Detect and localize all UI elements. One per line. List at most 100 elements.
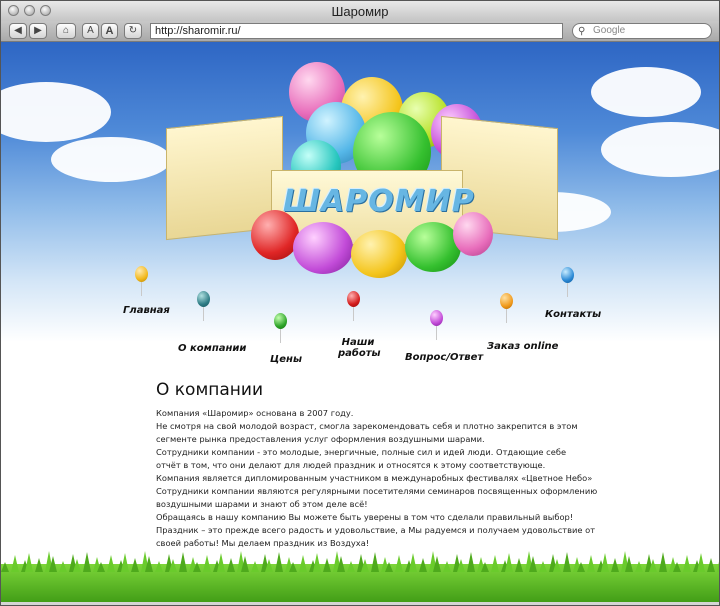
site-logo[interactable]: ШАРОМИР (283, 184, 475, 219)
text-line: Сотрудники компании - это молодые, энерг… (156, 447, 567, 457)
page-heading: О компании (156, 380, 264, 400)
balloon-string (567, 283, 568, 297)
forward-button[interactable]: ▶ (29, 23, 47, 39)
grass-blade-decoration (611, 558, 619, 572)
cloud-decoration (601, 122, 719, 177)
grass-blade-decoration (275, 552, 283, 572)
grass-blade-decoration (395, 555, 403, 572)
about-text: Компания «Шаромир» основана в 2007 году.… (156, 407, 597, 550)
grass-blade-decoration (203, 555, 211, 572)
nav-link-home[interactable]: Главная (123, 305, 170, 316)
home-icon: ⌂ (62, 25, 70, 36)
text-line: своей работы! Мы делаем праздник из Возд… (156, 538, 370, 548)
window-bottom-bar (1, 602, 719, 605)
reload-icon: ↻ (128, 25, 138, 36)
balloon-string (280, 329, 281, 343)
grass-blade-decoration (265, 559, 273, 572)
balloon-string (141, 282, 142, 296)
browser-window: Шаромир ◀ ▶ ⌂ A A ↻ http://sharomir.ru/ … (0, 0, 720, 606)
grass-blade-decoration (649, 559, 657, 572)
grass-blade-decoration (707, 558, 715, 572)
reload-button[interactable]: ↻ (124, 23, 142, 39)
balloon-decoration (351, 230, 407, 278)
nav-balloon-icon (135, 266, 148, 282)
grass-blade-decoration (539, 561, 547, 572)
nav-link-works[interactable]: Наши работы (338, 337, 381, 359)
search-placeholder: Google (593, 25, 626, 36)
grass-blade-decoration (179, 552, 187, 572)
nav-balloon-icon (561, 267, 574, 283)
text-line: отчёт в том, что они делают для людей пр… (156, 460, 546, 470)
nav-link-prices[interactable]: Цены (270, 354, 302, 365)
grass-blade-decoration (515, 558, 523, 572)
grass-blade-decoration (635, 561, 643, 572)
grass-blade-decoration (251, 561, 259, 572)
balloon-string (436, 326, 437, 340)
grass-blade-decoration (587, 555, 595, 572)
back-arrow-icon: ◀ (14, 25, 22, 36)
grass-blade-decoration (659, 552, 667, 572)
text-line: воздушными шарами и знают об этом деле в… (156, 499, 368, 509)
grass-blade-decoration (155, 561, 163, 572)
grass-blade-decoration (169, 559, 177, 572)
grass-blade-decoration (347, 561, 355, 572)
grass-blade-decoration (107, 555, 115, 572)
grass-blade-decoration (121, 553, 129, 572)
grass-blade-decoration (385, 562, 393, 572)
grass-blade-decoration (505, 553, 513, 572)
nav-balloon-icon (500, 293, 513, 309)
balloon-string (353, 307, 354, 321)
balloon-string (203, 307, 204, 321)
grass-blade-decoration (35, 558, 43, 572)
title-bar: Шаромир (1, 1, 719, 22)
nav-balloon-icon (197, 291, 210, 307)
home-button[interactable]: ⌂ (56, 23, 76, 39)
nav-link-order[interactable]: Заказ online (487, 341, 558, 352)
grass-blade-decoration (227, 558, 235, 572)
cloud-decoration (1, 82, 111, 142)
text-line: Компания «Шаромир» основана в 2007 году. (156, 408, 354, 418)
grass-blade-decoration (83, 552, 91, 572)
grass-blade-decoration (625, 556, 633, 572)
text-bigger-button[interactable]: A (101, 23, 118, 39)
cloud-decoration (51, 137, 171, 182)
nav-balloon-icon (430, 310, 443, 326)
nav-link-about[interactable]: О компании (178, 343, 246, 354)
window-title: Шаромир (331, 4, 389, 19)
grass-blade-decoration (313, 553, 321, 572)
nav-link-faq[interactable]: Вопрос/Ответ (405, 352, 483, 363)
grass-blade-decoration (481, 562, 489, 572)
page-content: ШАРОМИР Главная О компании Цены Наши раб… (1, 42, 719, 602)
forward-arrow-icon: ▶ (34, 25, 42, 36)
text-line: Праздник – это прежде всего радость и уд… (156, 525, 596, 535)
search-icon: ⚲ (578, 26, 586, 37)
grass-blade-decoration (299, 555, 307, 572)
nav-balloon-icon (274, 313, 287, 329)
grass-blade-decoration (419, 558, 427, 572)
text-smaller-button[interactable]: A (82, 23, 99, 39)
grass-blade-decoration (97, 562, 105, 572)
cloud-decoration (591, 67, 701, 117)
grass-blade-decoration (145, 556, 153, 572)
search-field[interactable]: ⚲ Google (572, 23, 712, 39)
nav-link-contacts[interactable]: Контакты (545, 309, 601, 320)
grass-blade-decoration (697, 553, 705, 572)
text-line: Компания является дипломированным участн… (156, 473, 593, 483)
grass-blade-decoration (601, 553, 609, 572)
grass-blade-decoration (467, 552, 475, 572)
grass-blade-decoration (683, 555, 691, 572)
grass-blade-decoration (577, 562, 585, 572)
browser-toolbar: ◀ ▶ ⌂ A A ↻ http://sharomir.ru/ ⚲ Google (1, 21, 719, 42)
grass-blade-decoration (443, 561, 451, 572)
grass-blade-decoration (491, 555, 499, 572)
grass-blade-decoration (371, 552, 379, 572)
grass-blade-decoration (433, 556, 441, 572)
balloon-decoration (293, 222, 353, 274)
back-button[interactable]: ◀ (9, 23, 27, 39)
balloon-string (506, 309, 507, 323)
grass-blade-decoration (553, 559, 561, 572)
grass-blade-decoration (673, 562, 681, 572)
grass-blade-decoration (289, 562, 297, 572)
address-bar[interactable]: http://sharomir.ru/ (150, 23, 563, 39)
grass-blade-decoration (217, 553, 225, 572)
